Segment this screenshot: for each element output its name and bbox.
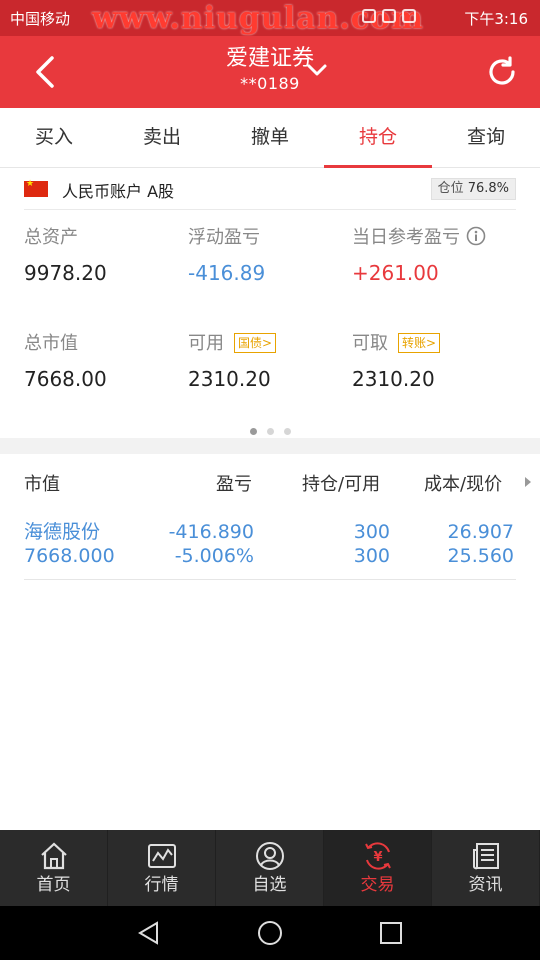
nav-market-label: 行情 — [144, 875, 179, 895]
total-assets-value: 9978.20 — [24, 261, 107, 285]
news-icon — [472, 843, 499, 870]
floating-pl-label: 浮动盈亏 — [188, 227, 260, 248]
floating-pl-value: -416.89 — [188, 261, 266, 285]
withdrawable-label: 可取 — [352, 333, 388, 354]
nav-trade-label: 交易 — [360, 875, 395, 895]
bottom-navigation: 首页 行情 自选 ¥ 交易 资讯 — [0, 830, 540, 906]
total-assets-cell: 总资产 9978.20 — [24, 226, 184, 286]
market-value-value: 7668.00 — [24, 367, 107, 391]
position-ratio-badge: 仓位 76.8% — [430, 178, 516, 200]
stock-cost: 26.907 — [447, 521, 514, 543]
user-star-icon — [255, 842, 284, 870]
available-cell: 可用 国债> 2310.20 — [188, 332, 348, 392]
nav-news[interactable]: 资讯 — [432, 830, 540, 906]
page-indicator[interactable] — [0, 420, 540, 439]
system-home-icon[interactable] — [257, 920, 283, 946]
holdings-table-header: 市值 盈亏 持仓/可用 成本/现价 — [24, 462, 540, 502]
nav-news-label: 资讯 — [468, 875, 503, 895]
nav-home-label: 首页 — [36, 875, 71, 895]
info-icon[interactable] — [466, 226, 486, 246]
clock: 下午3:16 — [464, 10, 528, 28]
stock-pl-percent: -5.006% — [174, 545, 254, 567]
table-row[interactable]: 海德股份 7668.000 -416.890 -5.006% 300 300 2… — [24, 518, 516, 580]
account-type-label: 人民币账户 A股 — [62, 182, 175, 201]
tab-sell[interactable]: 卖出 — [108, 108, 216, 167]
stock-holding: 300 — [353, 521, 390, 543]
app-header: 爱建证券 **0189 — [0, 36, 540, 108]
transfer-link[interactable]: 转账> — [398, 333, 441, 353]
stock-market-value: 7668.000 — [24, 545, 115, 567]
treasury-bond-link[interactable]: 国债> — [234, 333, 277, 353]
market-value-label: 总市值 — [24, 333, 78, 354]
stock-available: 300 — [353, 545, 390, 567]
section-divider — [0, 438, 540, 454]
chart-icon — [147, 844, 176, 868]
carrier-name: 中国移动 — [10, 10, 71, 28]
trade-tabs: 买入 卖出 撤单 持仓 查询 — [0, 108, 540, 168]
status-icons — [362, 9, 452, 27]
col-holding: 持仓/可用 — [302, 474, 381, 495]
floating-pl-cell: 浮动盈亏 -416.89 — [188, 226, 348, 286]
account-number: **0189 — [240, 74, 300, 93]
nav-trade[interactable]: ¥ 交易 — [324, 830, 432, 906]
chevron-right-icon[interactable] — [524, 476, 532, 488]
page-dot — [266, 428, 274, 435]
today-pl-label: 当日参考盈亏 — [352, 227, 460, 248]
nav-watchlist[interactable]: 自选 — [216, 830, 324, 906]
today-pl-value: +261.00 — [352, 261, 439, 285]
today-pl-cell: 当日参考盈亏 +261.00 — [352, 226, 532, 286]
total-assets-label: 总资产 — [24, 227, 78, 248]
chevron-down-icon[interactable] — [306, 62, 328, 78]
position-label: 仓位 — [437, 181, 464, 196]
position-value: 76.8% — [467, 181, 509, 196]
nav-watchlist-label: 自选 — [252, 875, 287, 895]
home-icon — [40, 842, 67, 870]
col-pl: 盈亏 — [216, 474, 252, 495]
col-market-value: 市值 — [24, 474, 60, 495]
system-navigation-bar — [0, 906, 540, 960]
available-value: 2310.20 — [188, 367, 271, 391]
system-recents-icon[interactable] — [378, 920, 404, 946]
page-dot — [249, 428, 257, 435]
stock-price: 25.560 — [447, 545, 514, 567]
tab-cancel-order[interactable]: 撤单 — [216, 108, 324, 167]
broker-title: 爱建证券 — [225, 46, 314, 71]
stock-name: 海德股份 — [24, 521, 101, 543]
stock-pl: -416.890 — [168, 521, 254, 543]
withdrawable-value: 2310.20 — [352, 367, 435, 391]
broker-selector[interactable]: 爱建证券 **0189 — [0, 44, 540, 94]
available-label: 可用 — [188, 333, 224, 354]
system-back-icon[interactable] — [136, 920, 162, 946]
account-row: 人民币账户 A股 仓位76.8% — [24, 174, 516, 210]
refresh-icon[interactable] — [484, 54, 520, 90]
nav-home[interactable]: 首页 — [0, 830, 108, 906]
nav-market[interactable]: 行情 — [108, 830, 216, 906]
tab-buy[interactable]: 买入 — [0, 108, 108, 167]
china-flag-icon — [24, 179, 48, 197]
withdrawable-cell: 可取 转账> 2310.20 — [352, 332, 512, 392]
status-bar: 中国移动 www.niugulan.com 下午3:16 — [0, 0, 540, 36]
tab-query[interactable]: 查询 — [432, 108, 540, 167]
col-cost-price: 成本/现价 — [424, 474, 503, 495]
market-value-cell: 总市值 7668.00 — [24, 332, 184, 392]
svg-text:¥: ¥ — [373, 850, 382, 865]
page-dot — [283, 428, 291, 435]
tab-holdings[interactable]: 持仓 — [324, 108, 432, 168]
yuan-exchange-icon: ¥ — [364, 842, 391, 870]
